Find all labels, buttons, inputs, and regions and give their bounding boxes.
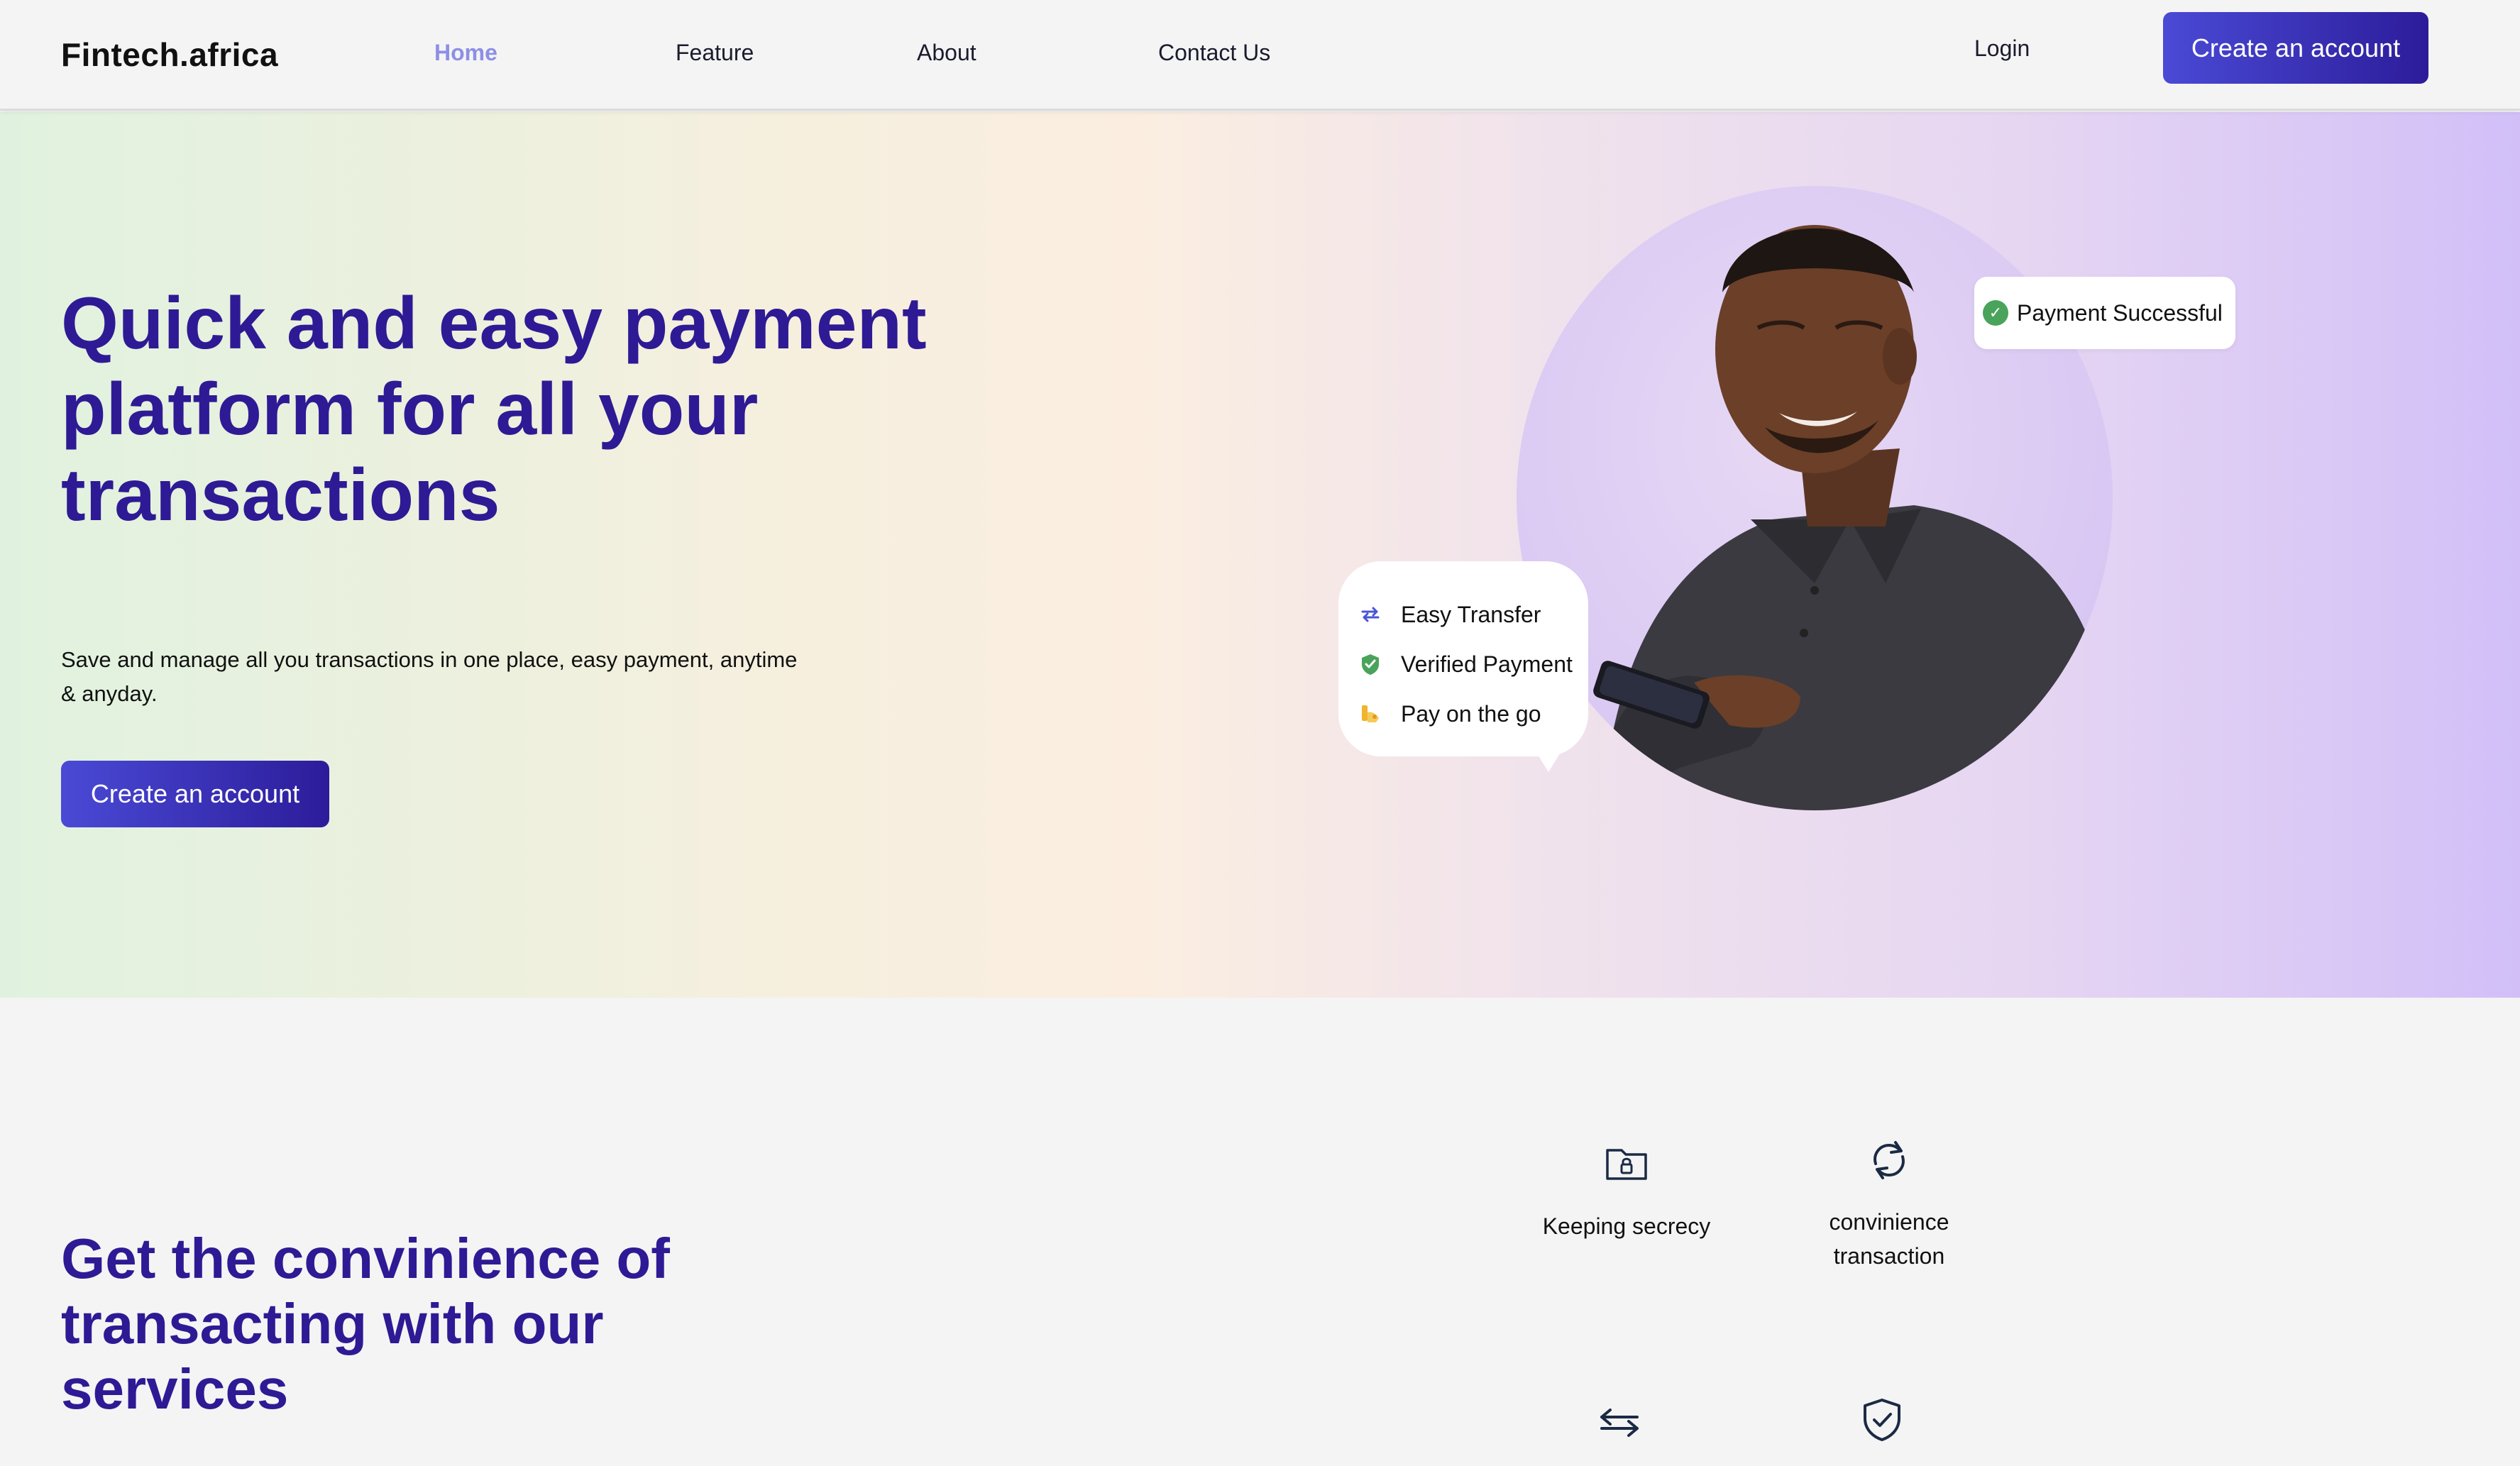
nav-link-home[interactable]: Home (434, 40, 497, 66)
service-convinience-transaction: convinience transaction (1797, 1135, 1981, 1273)
features-speech-bubble: Easy Transfer Verified Payment Pay on th… (1338, 561, 1588, 772)
shield-check-icon (1857, 1395, 1907, 1445)
create-account-button-nav[interactable]: Create an account (2163, 12, 2428, 84)
transfer-arrows-icon (1357, 601, 1384, 628)
service-exchange (1527, 1398, 1712, 1448)
hero-section: Quick and easy payment platform for all … (0, 112, 2520, 998)
hero-title: Quick and easy payment platform for all … (61, 282, 927, 536)
login-link[interactable]: Login (1974, 35, 2030, 62)
check-circle-icon: ✓ (1983, 300, 2008, 326)
bubble-item-label: Pay on the go (1401, 700, 1541, 727)
top-navbar: Fintech.africa Home Feature About Contac… (0, 0, 2520, 111)
hand-money-icon (1357, 700, 1384, 727)
nav-link-about[interactable]: About (917, 40, 976, 66)
bubble-item-verified-payment: Verified Payment (1357, 639, 1588, 689)
services-title: Get the convinience of transacting with … (61, 1227, 670, 1421)
service-security (1790, 1395, 1974, 1445)
brand-logo[interactable]: Fintech.africa (61, 35, 278, 74)
refresh-arrows-icon (1864, 1135, 1914, 1185)
payment-successful-badge: ✓ Payment Successful (1974, 277, 2235, 349)
payment-successful-label: Payment Successful (2017, 299, 2223, 326)
service-keeping-secrecy: Keeping secrecy (1534, 1138, 1719, 1243)
bubble-item-pay-on-the-go: Pay on the go (1357, 689, 1588, 739)
hero-subtitle: Save and manage all you transactions in … (61, 647, 798, 706)
secure-folder-icon (1602, 1138, 1651, 1188)
service-label: Keeping secrecy (1542, 1213, 1711, 1239)
bubble-item-label: Easy Transfer (1401, 601, 1541, 627)
nav-link-contact[interactable]: Contact Us (1158, 40, 1270, 66)
shield-check-icon (1357, 651, 1384, 678)
service-label: convinience transaction (1829, 1209, 1949, 1269)
nav-link-feature[interactable]: Feature (676, 40, 754, 66)
exchange-arrows-icon (1595, 1398, 1644, 1448)
bubble-item-easy-transfer: Easy Transfer (1357, 590, 1588, 639)
bubble-item-label: Verified Payment (1401, 651, 1573, 677)
create-account-button-hero[interactable]: Create an account (61, 761, 329, 827)
